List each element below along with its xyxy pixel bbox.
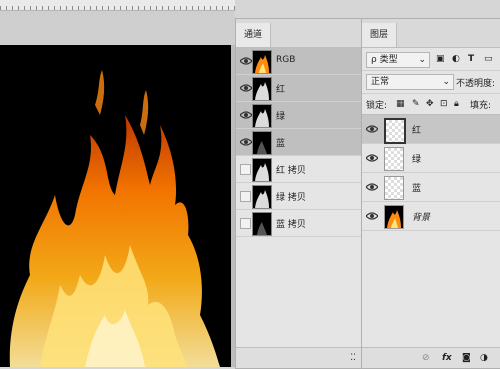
channel-list: RGB 红绿蓝红 拷贝绿 拷贝蓝 拷贝 (236, 48, 362, 237)
channel-thumbnail (252, 185, 272, 209)
fill-label: 填充: (470, 101, 492, 111)
layer-name[interactable]: 红 (412, 123, 421, 136)
shape-filter-icon[interactable]: ▭ (484, 53, 493, 65)
channel-thumbnail (252, 104, 272, 128)
channel-row[interactable]: 蓝 拷贝 (236, 210, 362, 237)
channel-row[interactable]: 绿 (236, 102, 362, 129)
layers-footer: ⊘ fx ◙ ◑ (362, 347, 500, 368)
layer-name[interactable]: 绿 (412, 152, 421, 165)
fire-image (9, 70, 220, 367)
channel-name: 蓝 (276, 139, 286, 149)
channel-thumbnail (252, 212, 272, 236)
channel-name: RGB (276, 55, 296, 65)
layer-row[interactable]: 蓝 (362, 173, 500, 202)
channel-row[interactable]: 绿 拷贝 (236, 183, 362, 210)
type-filter-icon[interactable]: T (468, 53, 474, 65)
image-filter-icon[interactable]: ▣ (436, 53, 445, 65)
lock-artboard-icon[interactable]: ⊡ (440, 98, 448, 110)
filter-kind-label: ρ 类型 (371, 55, 398, 65)
tab-layers[interactable]: 图层 (362, 23, 398, 47)
lock-paint-icon[interactable]: ✎ (412, 98, 420, 110)
channel-name: 绿 (276, 112, 286, 122)
lock-row: 锁定: ▦ ✎ ✥ ⊡ 🔒︎ 填充: (362, 93, 500, 115)
tab-channels[interactable]: 通道 (236, 23, 272, 47)
layer-name[interactable]: 蓝 (412, 181, 421, 194)
visibility-toggle[interactable] (240, 191, 251, 202)
canvas-background (0, 11, 235, 45)
eye-icon[interactable] (239, 137, 253, 147)
lock-label: 锁定: (366, 101, 388, 111)
eye-icon[interactable] (365, 153, 379, 163)
fx-icon[interactable]: fx (442, 352, 452, 364)
visibility-toggle[interactable] (240, 164, 251, 175)
eye-icon[interactable] (365, 211, 379, 221)
ruler (0, 0, 235, 11)
filter-kind-select[interactable]: ρ 类型 ⌄ (366, 52, 430, 68)
channel-row[interactable]: 蓝 (236, 129, 362, 156)
channel-row[interactable]: 红 (236, 75, 362, 102)
lock-move-icon[interactable]: ✥ (426, 98, 434, 110)
channels-footer: ⁚⁚ (236, 347, 362, 368)
layers-panel: 图层 ρ 类型 ⌄ ▣ ◐ T ▭ 正常 ⌄ 不透明度: 锁定: ▦ ✎ ✥ ⊡… (361, 18, 500, 369)
channel-name: 红 拷贝 (276, 166, 306, 176)
channel-row[interactable]: RGB (236, 48, 362, 75)
layer-thumbnail (384, 176, 404, 200)
layer-thumbnail (384, 205, 404, 229)
channels-tabbar: 通道 (236, 19, 362, 48)
eye-icon[interactable] (239, 56, 253, 66)
chevron-down-icon: ⌄ (418, 55, 426, 65)
channel-thumbnail (252, 158, 272, 182)
layer-name[interactable]: 背景 (412, 210, 430, 223)
eye-icon[interactable] (239, 83, 253, 93)
mask-icon[interactable]: ◙ (462, 352, 471, 364)
layer-thumbnail (384, 118, 406, 144)
layer-filter-row: ρ 类型 ⌄ ▣ ◐ T ▭ (362, 48, 500, 70)
eye-icon[interactable] (365, 182, 379, 192)
channel-name: 蓝 拷贝 (276, 220, 306, 230)
blend-row: 正常 ⌄ 不透明度: (362, 70, 500, 93)
channel-thumbnail (252, 131, 272, 155)
layer-row[interactable]: 绿 (362, 144, 500, 173)
layer-row[interactable]: 红 (362, 115, 500, 144)
adjustment-filter-icon[interactable]: ◐ (452, 53, 460, 65)
layer-row[interactable]: 背景 (362, 202, 500, 231)
layers-tabbar: 图层 (362, 19, 500, 48)
channel-name: 绿 拷贝 (276, 193, 306, 203)
channel-row[interactable]: 红 拷贝 (236, 156, 362, 183)
eye-icon[interactable] (239, 110, 253, 120)
opacity-label: 不透明度: (456, 79, 496, 89)
channel-name: 红 (276, 85, 286, 95)
channels-panel: 通道 RGB 红绿蓝红 拷贝绿 拷贝蓝 拷贝 ⁚⁚ (235, 18, 363, 369)
dotted-selection-icon[interactable]: ⁚⁚ (350, 352, 356, 364)
lock-transparent-icon[interactable]: ▦ (396, 98, 405, 110)
blend-mode-label: 正常 (371, 77, 390, 87)
visibility-toggle[interactable] (240, 218, 251, 229)
channel-thumbnail (252, 77, 272, 101)
layer-list: 红绿蓝背景 (362, 115, 500, 231)
eye-icon[interactable] (365, 124, 379, 134)
lock-all-icon[interactable]: 🔒︎ (454, 98, 459, 110)
layer-thumbnail (384, 147, 404, 171)
document-canvas[interactable] (0, 45, 231, 367)
chevron-down-icon: ⌄ (442, 77, 450, 87)
adjustment-icon[interactable]: ◑ (480, 352, 488, 364)
blend-mode-select[interactable]: 正常 ⌄ (366, 74, 454, 90)
channel-thumbnail (252, 50, 272, 74)
link-icon[interactable]: ⊘ (422, 352, 430, 364)
